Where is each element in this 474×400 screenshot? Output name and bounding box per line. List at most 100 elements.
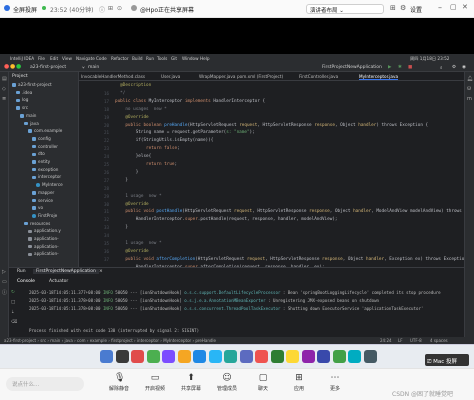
- taskbar-app-icon[interactable]: [332, 350, 346, 363]
- editor-tab[interactable]: User.java: [161, 74, 180, 79]
- tree-item[interactable]: MyInterce: [36, 182, 63, 187]
- taskbar-app-icon[interactable]: [146, 350, 160, 363]
- editor-tab[interactable]: pom.xml (FirstProject): [237, 74, 283, 79]
- menu-code[interactable]: Code: [96, 56, 107, 61]
- tree-item[interactable]: a23-first-project: [12, 82, 52, 87]
- line-separator[interactable]: LF: [398, 338, 403, 343]
- maven-icon[interactable]: m: [467, 96, 472, 102]
- tree-item[interactable]: application-: [28, 244, 59, 249]
- clear-icon[interactable]: ⌫: [11, 320, 17, 325]
- taskbar-app-icon[interactable]: [301, 350, 315, 363]
- taskbar-app-icon[interactable]: [348, 350, 361, 363]
- mac-cast-button[interactable]: ⎚ Mac 投屏: [425, 354, 469, 366]
- file-encoding[interactable]: UTF-8: [410, 338, 422, 343]
- speaker-icon[interactable]: [4, 5, 10, 12]
- branch-selector[interactable]: main: [88, 65, 99, 70]
- menu-refactor[interactable]: Refactor: [111, 56, 129, 61]
- speaker-label[interactable]: 全屏投屏: [13, 5, 37, 14]
- breadcrumb-item[interactable]: firstproject: [111, 338, 133, 343]
- project-switcher[interactable]: a23-first-project: [30, 65, 66, 70]
- gear-icon[interactable]: ⚙: [400, 4, 406, 12]
- database-icon[interactable]: ⛁: [467, 86, 471, 92]
- tree-item[interactable]: application-: [28, 251, 59, 256]
- breadcrumb[interactable]: a23-first-project › src › main › java › …: [4, 338, 216, 343]
- run-tool-icon[interactable]: ▷: [2, 269, 6, 275]
- menu-app[interactable]: IntelliJ IDEA: [10, 56, 34, 61]
- breadcrumb-item[interactable]: MyInterceptor: [163, 338, 191, 343]
- traffic-light-minimize-icon[interactable]: ●: [10, 63, 15, 70]
- minimize-icon[interactable]: –: [438, 3, 442, 12]
- close-icon[interactable]: ×: [99, 269, 103, 274]
- traffic-light-close-icon[interactable]: ●: [4, 63, 9, 70]
- tree-item[interactable]: com.example: [28, 128, 62, 133]
- control-button[interactable]: ▭ 开启视频: [140, 373, 170, 392]
- run-icon[interactable]: ▶: [388, 65, 391, 70]
- taskbar-app-icon[interactable]: [162, 350, 175, 363]
- taskbar-app-icon[interactable]: [363, 350, 377, 363]
- tree-item[interactable]: .idea: [16, 90, 32, 95]
- breadcrumb-item[interactable]: main: [50, 338, 60, 343]
- taskbar-app-icon[interactable]: [100, 350, 113, 363]
- control-button[interactable]: ⊞ 应用: [284, 373, 314, 392]
- notifications-icon[interactable]: 🔔︎: [467, 76, 473, 82]
- console-tab[interactable]: Console: [17, 279, 35, 284]
- tree-item[interactable]: config: [32, 136, 51, 141]
- menu-build[interactable]: Build: [132, 56, 143, 61]
- menu-tools[interactable]: Tools: [157, 56, 167, 61]
- info-icon[interactable]: ⓘ: [99, 5, 105, 14]
- editor-tab[interactable]: FirstController.java: [299, 74, 338, 79]
- cursor-position[interactable]: 24:24: [380, 338, 392, 343]
- editor-tab[interactable]: MyInterceptor.java: [359, 74, 399, 80]
- tree-item[interactable]: FirstProje: [32, 213, 57, 218]
- rerun-icon[interactable]: ↻: [11, 290, 15, 295]
- structure-tool-icon[interactable]: ≣: [2, 96, 6, 102]
- stop-icon[interactable]: ■: [408, 65, 412, 70]
- tree-item[interactable]: src: [16, 105, 28, 110]
- avatar[interactable]: ◉: [462, 65, 466, 70]
- taskbar-app-icon[interactable]: [115, 350, 129, 363]
- menu-navigate[interactable]: Navigate: [76, 56, 95, 61]
- run-config-tab[interactable]: FirstProjectNewApplication: [33, 269, 99, 274]
- settings-label[interactable]: 设置: [410, 5, 422, 14]
- tree-item[interactable]: controller: [32, 144, 58, 149]
- settings-gear-icon[interactable]: ⚙: [452, 65, 456, 70]
- speaker-layout-button[interactable]: 演讲者布局 ⌄: [306, 4, 384, 14]
- tree-item[interactable]: interceptor: [32, 174, 61, 179]
- tree-item[interactable]: service: [32, 198, 53, 203]
- taskbar-app-icon[interactable]: [193, 350, 206, 363]
- menu-file[interactable]: File: [38, 56, 45, 61]
- menu-window[interactable]: Window: [182, 56, 199, 61]
- run-tab[interactable]: Run: [17, 269, 26, 274]
- editor-tab[interactable]: WrapMapper.java: [199, 74, 235, 79]
- close-icon[interactable]: ✕: [462, 3, 468, 11]
- terminal-tool-icon[interactable]: ▭: [2, 279, 7, 285]
- chat-input[interactable]: 说点什么...: [6, 377, 84, 391]
- tree-item[interactable]: exception: [32, 167, 58, 172]
- taskbar-app-icon[interactable]: [270, 350, 284, 363]
- tree-item[interactable]: main: [20, 113, 36, 118]
- taskbar-app-icon[interactable]: [239, 350, 253, 363]
- tree-item[interactable]: entity: [32, 159, 50, 164]
- tree-item[interactable]: dto: [32, 151, 45, 156]
- debug-icon[interactable]: ✱: [398, 65, 402, 70]
- tree-item[interactable]: application-: [28, 236, 59, 241]
- layout-icon[interactable]: ⊞: [108, 5, 113, 12]
- traffic-light-zoom-icon[interactable]: ●: [16, 63, 21, 70]
- breadcrumb-item[interactable]: example: [90, 338, 107, 343]
- project-tool-icon[interactable]: ▤: [2, 76, 7, 82]
- tree-item[interactable]: application.y: [28, 228, 61, 233]
- commit-tool-icon[interactable]: ◇: [2, 86, 6, 92]
- taskbar-app-icon[interactable]: [208, 350, 222, 363]
- control-button[interactable]: ⋯ 更多: [320, 373, 350, 392]
- taskbar-app-icon[interactable]: [177, 350, 191, 363]
- breadcrumb-item[interactable]: com: [77, 338, 86, 343]
- tree-item[interactable]: log: [16, 97, 28, 102]
- control-button[interactable]: ☺ 管理成员: [212, 373, 242, 392]
- control-button[interactable]: ⬆ 共享屏幕: [176, 373, 206, 392]
- breadcrumb-item[interactable]: a23-first-project: [4, 338, 36, 343]
- menu-help[interactable]: Help: [200, 56, 210, 61]
- tree-item[interactable]: java: [24, 121, 39, 126]
- run-config-selector[interactable]: FirstProjectNewApplication: [322, 65, 382, 70]
- search-icon[interactable]: ⌕: [440, 65, 443, 71]
- menu-edit[interactable]: Edit: [50, 56, 58, 61]
